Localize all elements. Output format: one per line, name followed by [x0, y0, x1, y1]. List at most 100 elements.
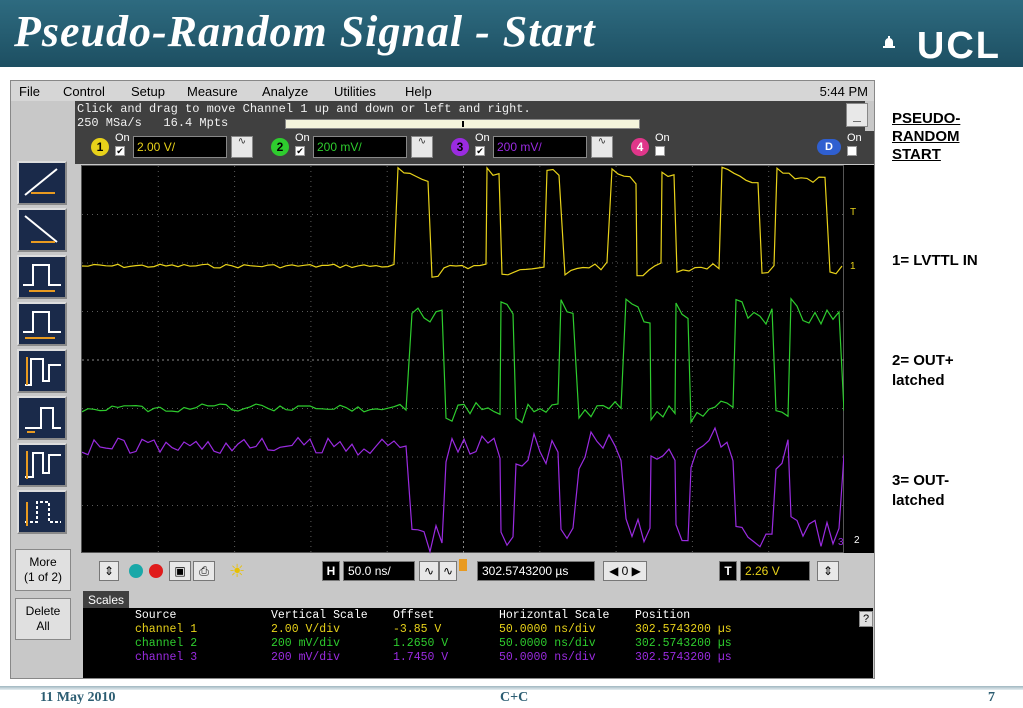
header-source: Source — [135, 609, 177, 622]
channel-4-on-label: On — [655, 132, 670, 144]
menu-file[interactable]: File — [19, 84, 40, 99]
timeout-trigger-button[interactable] — [17, 396, 67, 440]
row1-offset: -3.85 V — [393, 623, 442, 636]
note-channel-2: 2= OUT+ latched — [892, 350, 954, 392]
channel-bar: 1 On ✔ 2.00 V/ ∿ 2 On ✔ 200 mV/ ∿ 3 On ✔… — [75, 131, 874, 164]
help-button[interactable]: ? — [859, 611, 873, 627]
footer-center: C+C — [500, 690, 529, 705]
channel-2-coupling-icon[interactable]: ∿ — [411, 136, 433, 158]
slide-footer: 11 May 2010 C+C 7 — [0, 686, 1023, 708]
trigger-level-marker[interactable]: T — [850, 207, 856, 218]
row1-hscale: 50.0000 ns/div — [499, 623, 596, 636]
math-function-icon[interactable]: D — [817, 139, 841, 155]
edge-rising-trigger-button[interactable] — [17, 161, 67, 205]
row1-vscale: 2.00 V/div — [271, 623, 341, 636]
channel-2-ground-marker[interactable]: 2 — [854, 535, 860, 546]
edge-falling-trigger-button[interactable] — [17, 208, 67, 252]
channel-3-ground-marker[interactable]: 3 — [838, 537, 844, 548]
channel-2-checkbox[interactable]: ✔ — [295, 146, 305, 156]
status-message: Click and drag to move Channel 1 up and … — [77, 102, 531, 116]
menu-utilities[interactable]: Utilities — [334, 84, 376, 99]
runt-icon — [25, 357, 61, 386]
trigger-label: T — [719, 561, 737, 581]
runt-trigger-button[interactable] — [17, 349, 67, 393]
channel-4-badge[interactable]: 4 — [631, 138, 649, 156]
screenshot-icon[interactable]: ▣ — [169, 561, 191, 581]
run-button[interactable] — [129, 564, 143, 578]
header-horizontal-scale: Horizontal Scale — [499, 609, 610, 622]
channel-2-on-label: On — [295, 132, 310, 144]
math-on-label: On — [847, 132, 862, 144]
rising-edge-icon — [24, 168, 58, 196]
header-vertical-scale: Vertical Scale — [271, 609, 368, 622]
brightness-icon[interactable]: ☀ — [229, 561, 245, 582]
print-icon[interactable]: ⎙ — [193, 561, 215, 581]
tab-scales[interactable]: Scales — [83, 591, 129, 609]
menu-analyze[interactable]: Analyze — [262, 84, 308, 99]
note-channel-2-line-1: 2= OUT+ — [892, 352, 954, 369]
row3-hscale: 50.0000 ns/div — [499, 651, 596, 664]
ucl-dome-icon — [883, 36, 895, 48]
channel-1-scale-field[interactable]: 2.00 V/ — [133, 136, 227, 158]
channel-1-ground-marker[interactable]: 1 — [850, 261, 856, 272]
note-channel-3-line-1: 3= OUT- — [892, 472, 950, 489]
acquisition-info: 250 MSa/s 16.4 Mpts — [77, 116, 228, 130]
footer-date: 11 May 2010 — [40, 690, 116, 705]
channel-1-checkbox[interactable]: ✔ — [115, 146, 125, 156]
row2-offset: 1.2650 V — [393, 637, 449, 650]
timebase-field[interactable]: 50.0 ns/ — [343, 561, 415, 581]
scales-panel: Source Vertical Scale Offset Horizontal … — [83, 608, 873, 678]
stop-button[interactable] — [149, 564, 163, 578]
timebase-coarse-icon[interactable]: ∿ — [439, 561, 457, 581]
menu-measure[interactable]: Measure — [187, 84, 238, 99]
note-channel-3-line-2: latched — [892, 492, 945, 509]
falling-edge-icon — [24, 215, 58, 243]
note-channel-2-line-2: latched — [892, 372, 945, 389]
channel-3-scale-field[interactable]: 200 mV/ — [493, 136, 587, 158]
pulse-width-trigger-button[interactable] — [17, 255, 67, 299]
math-checkbox[interactable] — [847, 146, 857, 156]
channel-1-coupling-icon[interactable]: ∿ — [231, 136, 253, 158]
channel-4-checkbox[interactable] — [655, 146, 665, 156]
footer-page-number: 7 — [988, 690, 995, 705]
row3-vscale: 200 mV/div — [271, 651, 341, 664]
position-field[interactable]: 302.5743200 µs — [477, 561, 595, 581]
channel-2-badge[interactable]: 2 — [271, 138, 289, 156]
trigger-level-stepper[interactable]: ⇕ — [817, 561, 839, 581]
delay-stepper[interactable]: ◀ 0 ▶ — [603, 561, 647, 581]
memory-position-bar[interactable] — [285, 119, 640, 129]
vertical-stepper[interactable]: ⇕ — [99, 561, 119, 581]
menu-help[interactable]: Help — [405, 84, 432, 99]
note-channel-3: 3= OUT- latched — [892, 470, 949, 512]
glitch-trigger-button[interactable] — [17, 302, 67, 346]
delete-all-button[interactable]: Delete All — [15, 598, 71, 640]
setup-hold-trigger-button[interactable] — [17, 490, 67, 534]
channel-3-badge[interactable]: 3 — [451, 138, 469, 156]
minimize-button[interactable]: _ — [846, 103, 868, 127]
menu-setup[interactable]: Setup — [131, 84, 165, 99]
more-button[interactable]: More (1 of 2) — [15, 549, 71, 591]
channel-1-on-label: On — [115, 132, 130, 144]
row2-source: channel 2 — [135, 637, 198, 650]
header-offset: Offset — [393, 609, 435, 622]
trigger-level-field[interactable]: 2.26 V — [740, 561, 810, 581]
oscilloscope-window: File Control Setup Measure Analyze Utili… — [10, 80, 875, 679]
delay-marker-icon — [459, 559, 467, 571]
row2-position: 302.5743200 µs — [635, 637, 732, 650]
waveform-display[interactable] — [81, 165, 845, 555]
timebase-fine-icon[interactable]: ∿ — [419, 561, 439, 581]
delete-label: Delete — [25, 604, 61, 618]
channel-3-checkbox[interactable]: ✔ — [475, 146, 485, 156]
status-bar: Click and drag to move Channel 1 up and … — [75, 101, 865, 131]
transition-icon — [25, 451, 61, 479]
delete-all-label: All — [36, 619, 50, 633]
clock: 5:44 PM — [819, 84, 868, 99]
row3-offset: 1.7450 V — [393, 651, 449, 664]
channel-1-badge[interactable]: 1 — [91, 138, 109, 156]
menu-control[interactable]: Control — [63, 84, 105, 99]
channel-3-coupling-icon[interactable]: ∿ — [591, 136, 613, 158]
transition-trigger-button[interactable] — [17, 443, 67, 487]
channel-3-on-label: On — [475, 132, 490, 144]
notes-title: PSEUDO- RANDOM START — [892, 108, 960, 166]
channel-2-scale-field[interactable]: 200 mV/ — [313, 136, 407, 158]
